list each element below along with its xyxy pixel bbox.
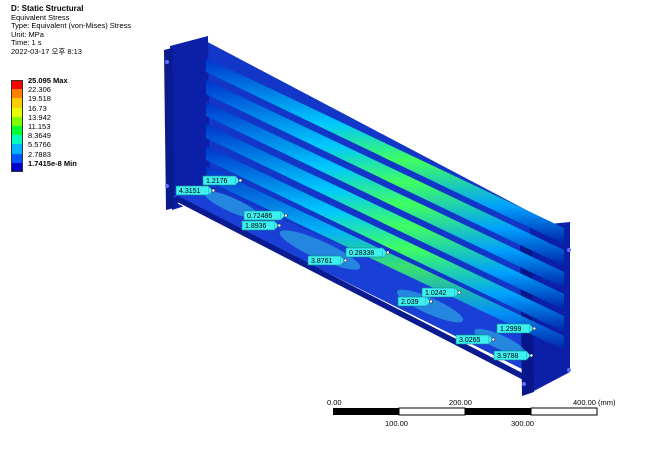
scale-label-300: 300.00 xyxy=(511,419,534,428)
probe-value: 0.28338 xyxy=(349,250,374,257)
probe-label[interactable]: 1.8936 xyxy=(241,220,282,231)
probe-label[interactable]: 4.3151 xyxy=(175,185,216,196)
probe-value: 4.3151 xyxy=(179,188,201,195)
scale-label-200: 200.00 xyxy=(449,398,472,407)
probe-label[interactable]: 1.2176 xyxy=(202,175,243,186)
probe-value: 1.8936 xyxy=(245,223,267,230)
probe-value: 2.039 xyxy=(401,299,419,306)
scale-label-400: 400.00 (mm) xyxy=(573,398,616,407)
probe-value: 1.2176 xyxy=(206,178,228,185)
probe-label[interactable]: 0.72486 xyxy=(243,210,288,221)
scale-label-100: 100.00 xyxy=(385,419,408,428)
probe-label[interactable]: 3.0265 xyxy=(455,334,496,345)
probe-value: 3.0265 xyxy=(459,337,481,344)
probe-label[interactable]: 1.0242 xyxy=(421,287,462,298)
scale-label-0: 0.00 xyxy=(327,398,342,407)
probe-value: 3.8761 xyxy=(311,258,333,265)
probe-value: 1.0242 xyxy=(425,290,447,297)
scale-bar xyxy=(333,407,598,416)
probe-value: 0.72486 xyxy=(247,213,272,220)
probe-label[interactable]: 3.8761 xyxy=(307,255,348,266)
structure-model[interactable] xyxy=(164,36,571,396)
probe-label[interactable]: 0.28338 xyxy=(345,247,390,258)
probe-value: 1.2999 xyxy=(500,326,522,333)
probe-label[interactable]: 1.2999 xyxy=(496,323,537,334)
model-viewport[interactable]: 1.2176 4.3151 0.72486 1.8936 0.28338 3.8761 1.… xyxy=(0,0,650,460)
probe-value: 3.9788 xyxy=(497,353,519,360)
probe-label[interactable]: 3.9788 xyxy=(493,350,534,361)
